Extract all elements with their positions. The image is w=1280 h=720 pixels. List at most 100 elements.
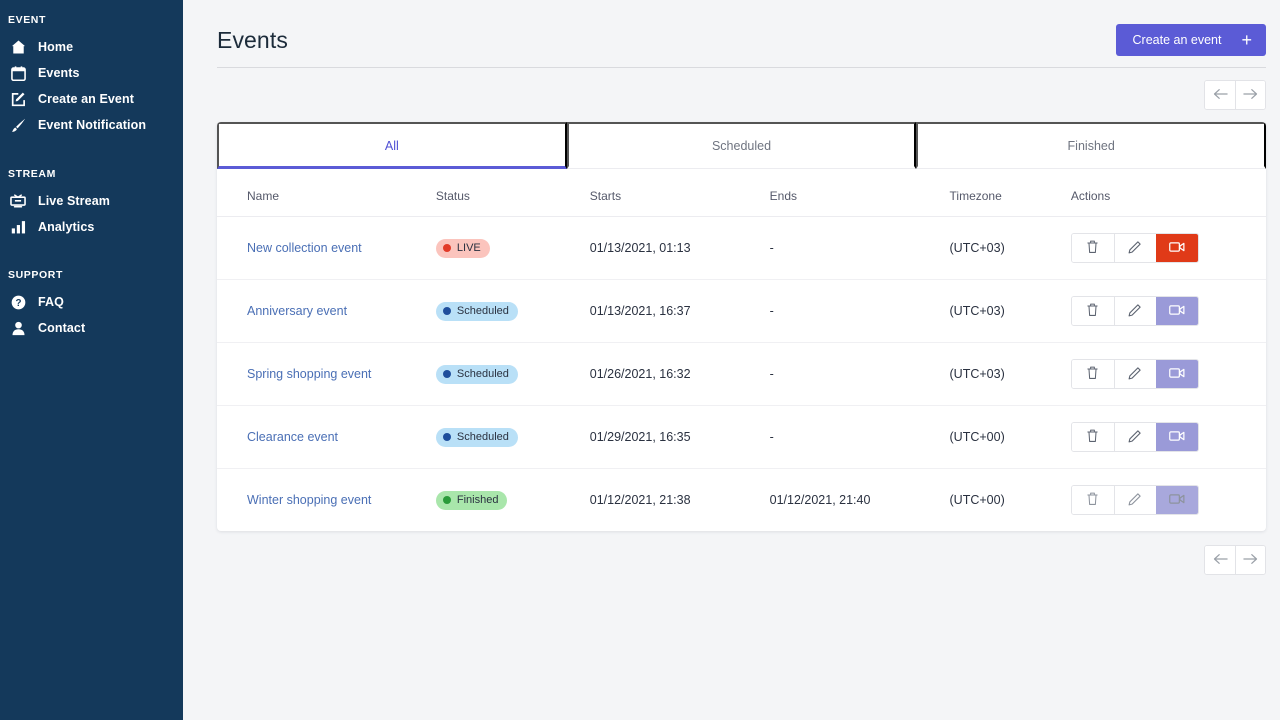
tab-finished[interactable]: Finished — [916, 122, 1266, 169]
cell-actions — [1071, 217, 1266, 280]
event-name-link[interactable]: New collection event — [247, 241, 362, 255]
cell-status: Scheduled — [436, 280, 590, 343]
title-divider — [217, 67, 1266, 68]
pagination-bottom — [217, 545, 1266, 575]
sidebar-section-stream: STREAM — [0, 166, 183, 182]
cell-ends: - — [770, 217, 950, 280]
table-row: New collection event LIVE 01/13/2021, 01… — [217, 217, 1266, 280]
delete-icon — [1086, 365, 1099, 383]
status-badge: LIVE — [436, 239, 490, 258]
status-label: Scheduled — [457, 368, 509, 381]
delete-event-button[interactable] — [1072, 486, 1114, 514]
sidebar-item-label: Home — [38, 40, 73, 54]
main-content: Events Create an event + — [183, 0, 1280, 720]
start-stream-button[interactable] — [1156, 360, 1198, 388]
event-name-link[interactable]: Winter shopping event — [247, 493, 371, 507]
cell-starts: 01/26/2021, 16:32 — [590, 343, 770, 406]
edit-event-button[interactable] — [1114, 423, 1156, 451]
sidebar-item-create-an-event[interactable]: Create an Event — [0, 86, 183, 112]
cell-name: Winter shopping event — [217, 469, 436, 532]
events-table: Name Status Starts Ends Timezone Actions… — [217, 169, 1266, 531]
sidebar-item-home[interactable]: Home — [0, 34, 183, 60]
column-header-ends: Ends — [770, 169, 950, 217]
cell-starts: 01/12/2021, 21:38 — [590, 469, 770, 532]
person-icon — [8, 319, 28, 337]
tab-all[interactable]: All — [217, 122, 567, 169]
cell-name: Anniversary event — [217, 280, 436, 343]
row-action-group — [1071, 422, 1199, 452]
cell-timezone: (UTC+03) — [950, 217, 1071, 280]
delete-event-button[interactable] — [1072, 234, 1114, 262]
edit-event-button[interactable] — [1114, 297, 1156, 325]
home-icon — [8, 38, 28, 56]
row-action-group — [1071, 296, 1199, 326]
cell-ends: - — [770, 406, 950, 469]
sidebar-item-label: Contact — [38, 321, 85, 335]
sidebar-item-analytics[interactable]: Analytics — [0, 214, 183, 240]
start-stream-button[interactable] — [1156, 486, 1198, 514]
start-stream-button[interactable] — [1156, 423, 1198, 451]
question-circle-icon: ? — [8, 293, 28, 311]
cell-name: New collection event — [217, 217, 436, 280]
column-header-actions: Actions — [1071, 169, 1266, 217]
status-label: Scheduled — [457, 431, 509, 444]
pagination-group — [1204, 545, 1266, 575]
table-row: Winter shopping event Finished 01/12/202… — [217, 469, 1266, 532]
cell-ends: 01/12/2021, 21:40 — [770, 469, 950, 532]
cell-ends: - — [770, 280, 950, 343]
event-name-link[interactable]: Clearance event — [247, 430, 338, 444]
edit-event-button[interactable] — [1114, 360, 1156, 388]
event-name-link[interactable]: Spring shopping event — [247, 367, 371, 381]
row-action-group — [1071, 359, 1199, 389]
sidebar: EVENT Home Events — [0, 0, 183, 720]
cell-actions — [1071, 343, 1266, 406]
start-stream-button[interactable] — [1156, 297, 1198, 325]
sidebar-item-label: Create an Event — [38, 92, 134, 106]
cell-starts: 01/13/2021, 01:13 — [590, 217, 770, 280]
video-camera-icon — [1169, 241, 1185, 256]
sidebar-section-support: SUPPORT — [0, 267, 183, 283]
pagination-prev-button[interactable] — [1205, 546, 1235, 574]
delete-event-button[interactable] — [1072, 423, 1114, 451]
pagination-next-button[interactable] — [1235, 81, 1265, 109]
edit-icon — [1128, 429, 1142, 446]
page-title: Events — [217, 27, 288, 54]
sidebar-item-label: Live Stream — [38, 194, 110, 208]
sidebar-item-contact[interactable]: Contact — [0, 315, 183, 341]
start-stream-button[interactable] — [1156, 234, 1198, 262]
tab-bar: All Scheduled Finished — [217, 122, 1266, 169]
sidebar-item-events[interactable]: Events — [0, 60, 183, 86]
sidebar-item-label: Events — [38, 66, 80, 80]
pagination-next-button[interactable] — [1235, 546, 1265, 574]
sidebar-item-event-notification[interactable]: Event Notification — [0, 112, 183, 138]
status-label: Finished — [457, 494, 499, 507]
sidebar-item-live-stream[interactable]: Live Stream — [0, 188, 183, 214]
pagination-prev-button[interactable] — [1205, 81, 1235, 109]
svg-text:?: ? — [15, 298, 21, 309]
event-name-link[interactable]: Anniversary event — [247, 304, 347, 318]
row-action-group — [1071, 233, 1199, 263]
status-label: Scheduled — [457, 305, 509, 318]
create-an-event-button[interactable]: Create an event + — [1116, 24, 1266, 56]
delete-event-button[interactable] — [1072, 360, 1114, 388]
row-action-group — [1071, 485, 1199, 515]
edit-icon — [1128, 303, 1142, 320]
arrow-right-icon — [1243, 88, 1258, 103]
table-header-row: Name Status Starts Ends Timezone Actions — [217, 169, 1266, 217]
sidebar-item-label: Event Notification — [38, 118, 146, 132]
sidebar-section-event: EVENT — [0, 12, 183, 28]
delete-event-button[interactable] — [1072, 297, 1114, 325]
cell-status: Scheduled — [436, 343, 590, 406]
brush-icon — [8, 116, 28, 134]
events-card: All Scheduled Finished Name Status Start… — [217, 122, 1266, 531]
edit-square-icon — [8, 90, 28, 108]
edit-icon — [1128, 366, 1142, 383]
cell-name: Spring shopping event — [217, 343, 436, 406]
delete-icon — [1086, 239, 1099, 257]
edit-event-button[interactable] — [1114, 234, 1156, 262]
arrow-right-icon — [1243, 553, 1258, 568]
tab-scheduled[interactable]: Scheduled — [567, 122, 917, 169]
sidebar-item-faq[interactable]: ? FAQ — [0, 289, 183, 315]
edit-event-button[interactable] — [1114, 486, 1156, 514]
broadcast-monitor-icon — [8, 192, 28, 210]
